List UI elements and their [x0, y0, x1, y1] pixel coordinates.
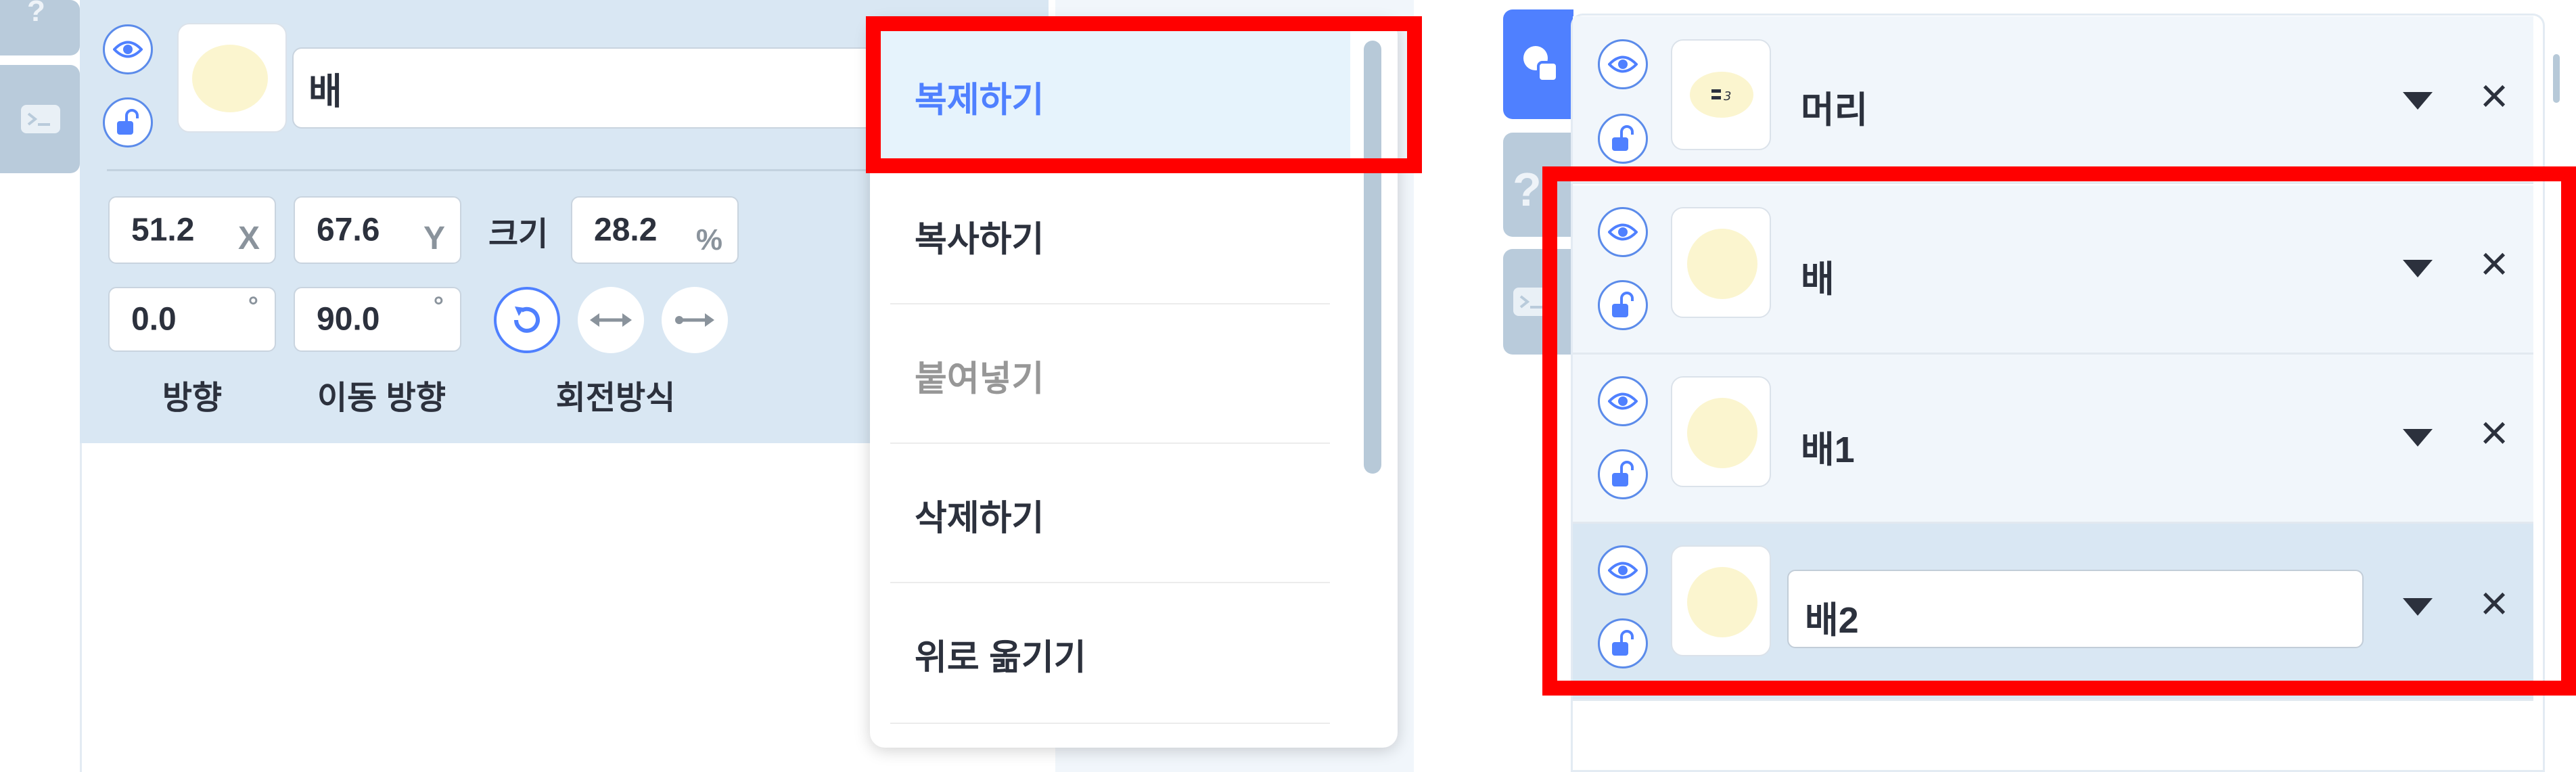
- row-lock-toggle[interactable]: [1598, 114, 1648, 164]
- menu-separator: [890, 582, 1330, 583]
- object-name-value: 배: [308, 71, 342, 112]
- x-value: 51.2: [131, 212, 195, 248]
- help-tab[interactable]: ?: [0, 0, 80, 55]
- right-arrow-icon: [675, 313, 714, 327]
- eye-icon: [1608, 55, 1638, 73]
- row-visibility-toggle[interactable]: [1598, 39, 1648, 89]
- menu-item-copy[interactable]: 복사하기: [890, 166, 1330, 306]
- object-thumbnail-head: 3: [1671, 39, 1771, 150]
- x-unit: X: [237, 221, 260, 256]
- object-name-head: 머리: [1801, 90, 1868, 131]
- object-thumbnail: [177, 23, 287, 133]
- lock-toggle[interactable]: [103, 97, 153, 147]
- direction-unit: °: [248, 292, 258, 321]
- y-value: 67.6: [317, 212, 380, 248]
- rotate-free-button[interactable]: [494, 287, 560, 353]
- size-unit: %: [695, 223, 722, 256]
- left-right-arrow-icon: [590, 313, 632, 327]
- menu-item-paste-label: 붙여넣기: [915, 359, 1044, 399]
- rotate-horizontal-button[interactable]: [578, 287, 644, 353]
- menu-item-delete-label: 삭제하기: [915, 499, 1044, 539]
- menu-item-move-up-label: 위로 옮기기: [915, 638, 1086, 678]
- menu-separator: [890, 723, 1330, 724]
- lock-open-icon: [117, 109, 139, 135]
- move-direction-label: 이동 방향: [317, 380, 446, 416]
- caret-down-icon[interactable]: [2403, 92, 2433, 110]
- rotation-mode-label: 회전방식: [555, 380, 676, 416]
- move-direction-unit: °: [433, 292, 444, 321]
- menu-separator: [890, 303, 1330, 304]
- menu-item-move-up[interactable]: 위로 옮기기: [890, 585, 1330, 724]
- direction-label: 방향: [162, 380, 223, 416]
- question-icon: ?: [1513, 163, 1542, 216]
- move-direction-input[interactable]: 90.0 °: [294, 287, 461, 352]
- object-name-input[interactable]: 배: [292, 47, 874, 129]
- shapes-icon: [1523, 46, 1559, 83]
- svg-text:3: 3: [1724, 89, 1731, 104]
- move-direction-value: 90.0: [317, 301, 380, 338]
- menu-separator: [890, 442, 1330, 444]
- objects-tab[interactable]: [1503, 9, 1573, 119]
- size-value: 28.2: [594, 212, 658, 248]
- console-tab[interactable]: [0, 65, 80, 173]
- menu-item-copy-label: 복사하기: [915, 220, 1044, 260]
- menu-item-paste[interactable]: 붙여넣기: [890, 306, 1330, 445]
- face-sticker-icon: 3: [1711, 89, 1731, 104]
- eye-icon: [113, 41, 143, 58]
- console-icon: [21, 105, 60, 133]
- rotate-icon: [514, 306, 540, 333]
- visibility-toggle[interactable]: [103, 24, 153, 74]
- lock-open-icon: [1612, 125, 1634, 151]
- direction-value: 0.0: [131, 301, 177, 338]
- menu-item-delete[interactable]: 삭제하기: [890, 445, 1330, 585]
- duplicate-highlight-box: [866, 16, 1422, 173]
- size-input[interactable]: 28.2 %: [571, 196, 739, 264]
- question-icon: ?: [27, 0, 45, 28]
- close-icon[interactable]: ×: [2480, 72, 2508, 120]
- direction-input[interactable]: 0.0 °: [108, 287, 276, 352]
- pear-shape: [192, 45, 268, 112]
- new-objects-highlight-box: [1542, 166, 2576, 696]
- size-label: 크기: [488, 217, 549, 252]
- x-coordinate-input[interactable]: 51.2 X: [108, 196, 276, 264]
- rotate-none-button[interactable]: [662, 287, 728, 353]
- object-list-scrollbar[interactable]: [2553, 54, 2560, 103]
- y-coordinate-input[interactable]: 67.6 Y: [294, 196, 461, 264]
- panel-divider-line: [107, 169, 892, 171]
- y-unit: Y: [423, 221, 445, 256]
